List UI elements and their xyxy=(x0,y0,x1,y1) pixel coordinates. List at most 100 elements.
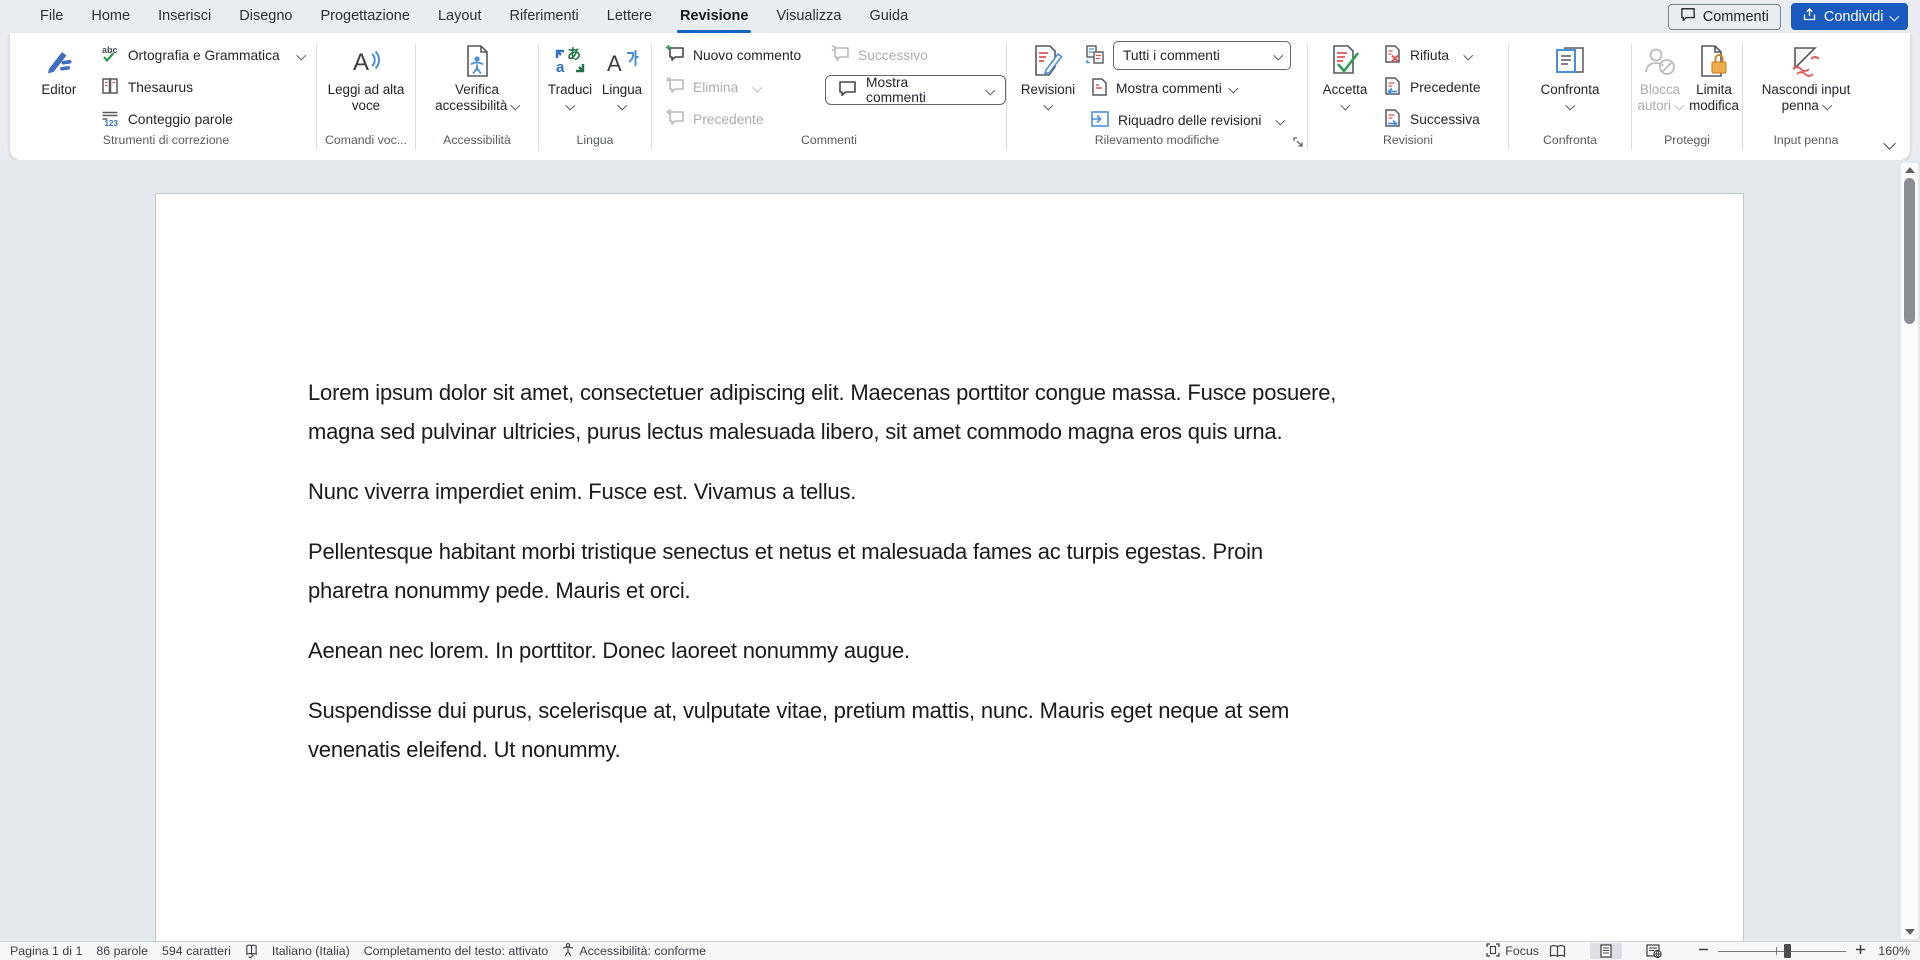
page-indicator[interactable]: Pagina 1 di 1 xyxy=(10,944,82,958)
tab-layout[interactable]: Layout xyxy=(424,0,496,33)
group-accessibility: Verifica accessibilità Accessibilità xyxy=(416,37,538,160)
translate-icon: aあ xyxy=(554,42,586,80)
group-label-proofing: Strumenti di correzione xyxy=(16,133,316,156)
delete-comment-button[interactable]: Elimina xyxy=(660,72,825,102)
word-count-indicator[interactable]: 86 parole xyxy=(96,944,148,958)
accept-button[interactable]: Accetta xyxy=(1312,37,1378,109)
vertical-scrollbar[interactable] xyxy=(1901,163,1918,939)
tab-revisione[interactable]: Revisione xyxy=(666,0,763,33)
chevron-down-icon xyxy=(1276,115,1285,124)
zoom-in-icon[interactable] xyxy=(1855,944,1866,958)
paragraph: Pellentesque habitant morbi tristique se… xyxy=(308,532,1623,610)
spelling-icon: abc xyxy=(100,44,120,67)
new-comment-button[interactable]: Nuovo commento xyxy=(660,40,825,70)
show-markup-icon xyxy=(1090,77,1108,100)
document-area: Lorem ipsum dolor sit amet, consectetuer… xyxy=(0,160,1920,941)
accessibility-check-icon xyxy=(462,42,492,80)
print-layout-button[interactable] xyxy=(1590,943,1622,959)
previous-comment-button[interactable]: Precedente xyxy=(660,104,825,134)
tab-file[interactable]: File xyxy=(26,0,77,33)
zoom-control: 160% xyxy=(1698,944,1910,958)
word-count-icon: 123 xyxy=(100,108,120,131)
comments-button[interactable]: Commenti xyxy=(1668,4,1781,30)
restrict-editing-icon xyxy=(1698,42,1730,80)
comment-bubble-icon xyxy=(1680,7,1696,26)
web-layout-button[interactable] xyxy=(1636,943,1672,959)
chevron-down-icon xyxy=(1675,100,1684,109)
block-authors-button[interactable]: Blocca autori xyxy=(1633,37,1687,114)
document-text: Lorem ipsum dolor sit amet, consectetuer… xyxy=(308,373,1623,790)
focus-mode-button[interactable]: Focus xyxy=(1486,943,1539,960)
reject-button[interactable]: Rifiuta xyxy=(1378,40,1504,70)
group-label-changes: Revisioni xyxy=(1308,133,1508,156)
tab-lettere[interactable]: Lettere xyxy=(593,0,666,33)
next-change-icon xyxy=(1383,108,1402,131)
prev-comment-icon xyxy=(665,108,685,130)
read-aloud-icon: A xyxy=(349,42,383,80)
compare-button[interactable]: Confronta xyxy=(1530,37,1610,109)
tab-riferimenti[interactable]: Riferimenti xyxy=(495,0,592,33)
new-comment-icon xyxy=(665,44,685,66)
dialog-launcher-icon[interactable] xyxy=(1292,135,1304,153)
collapse-ribbon-icon[interactable] xyxy=(1883,137,1896,150)
zoom-percentage[interactable]: 160% xyxy=(1866,944,1910,958)
spelling-grammar-button[interactable]: abc Ortografia e Grammatica xyxy=(95,40,309,70)
share-button[interactable]: Condividi xyxy=(1791,3,1908,30)
markup-dropdown[interactable]: Tutti i commenti xyxy=(1113,41,1291,70)
thesaurus-icon xyxy=(100,76,120,99)
language-indicator[interactable]: Italiano (Italia) xyxy=(272,944,350,958)
group-label-tracking: Rilevamento modifiche xyxy=(1007,133,1307,156)
show-markup-button[interactable]: Mostra commenti xyxy=(1085,73,1303,103)
check-accessibility-button[interactable]: Verifica accessibilità xyxy=(419,37,535,114)
tab-guida[interactable]: Guida xyxy=(855,0,922,33)
group-proofing: Editor abc Ortografia e Grammatica Thesa… xyxy=(16,37,316,160)
chevron-down-icon xyxy=(617,101,626,110)
restrict-editing-button[interactable]: Limita modifica xyxy=(1687,37,1741,114)
paragraph: Suspendisse dui purus, scelerisque at, v… xyxy=(308,691,1623,769)
scroll-up-icon[interactable] xyxy=(1905,167,1915,173)
previous-change-button[interactable]: Precedente xyxy=(1378,72,1504,102)
group-compare: Confronta Confronta xyxy=(1509,37,1631,160)
document-page[interactable]: Lorem ipsum dolor sit amet, consectetuer… xyxy=(155,193,1744,941)
ribbon-tab-bar: File Home Inserisci Disegno Progettazion… xyxy=(0,0,1920,33)
chevron-down-icon xyxy=(753,82,762,91)
group-label-ink: Input penna xyxy=(1743,133,1869,156)
language-button[interactable]: A Lingua xyxy=(597,37,647,109)
word-count-button[interactable]: 123 Conteggio parole xyxy=(95,104,309,134)
group-tracking: Revisioni Tutti i commenti xyxy=(1007,37,1307,160)
thesaurus-button[interactable]: Thesaurus xyxy=(95,72,309,102)
zoom-slider-thumb[interactable] xyxy=(1784,944,1791,958)
proofing-status-icon[interactable] xyxy=(245,944,258,958)
accessibility-indicator[interactable]: Accessibilità: conforme xyxy=(562,943,706,959)
editor-button[interactable]: Editor xyxy=(23,37,95,98)
chevron-down-icon xyxy=(565,101,574,110)
track-changes-button[interactable]: Revisioni xyxy=(1011,37,1085,109)
chevron-down-icon xyxy=(1823,100,1832,109)
next-change-button[interactable]: Successiva xyxy=(1378,104,1504,134)
chevron-down-icon xyxy=(1464,50,1473,59)
group-ink: Nascondi input penna Input penna xyxy=(1743,37,1869,160)
tab-visualizza[interactable]: Visualizza xyxy=(762,0,855,33)
read-mode-button[interactable] xyxy=(1539,944,1576,959)
tab-home[interactable]: Home xyxy=(77,0,144,33)
tab-progettazione[interactable]: Progettazione xyxy=(306,0,423,33)
char-count-indicator[interactable]: 594 caratteri xyxy=(162,944,231,958)
group-label-accessibility: Accessibilità xyxy=(416,133,538,156)
show-comments-button[interactable]: Mostra commenti xyxy=(825,75,1006,105)
scroll-down-icon[interactable] xyxy=(1905,929,1915,935)
next-comment-button[interactable]: Successivo xyxy=(825,40,1006,70)
tab-disegno[interactable]: Disegno xyxy=(225,0,306,33)
zoom-out-icon[interactable] xyxy=(1698,944,1709,958)
scrollbar-thumb[interactable] xyxy=(1904,178,1915,324)
chevron-down-icon xyxy=(1565,101,1574,110)
group-label-language: Lingua xyxy=(539,133,651,156)
text-completion-indicator[interactable]: Completamento del testo: attivato xyxy=(364,944,549,958)
reviewing-pane-button[interactable]: Riquadro delle revisioni xyxy=(1085,105,1303,135)
tab-inserisci[interactable]: Inserisci xyxy=(144,0,225,33)
read-aloud-button[interactable]: A Leggi ad alta voce xyxy=(321,37,411,114)
group-language: aあ Traduci A Lingua Lingua xyxy=(539,37,651,160)
hide-ink-button[interactable]: Nascondi input penna xyxy=(1749,37,1863,114)
group-label-comments: Commenti xyxy=(652,133,1006,156)
zoom-slider[interactable] xyxy=(1718,944,1846,958)
translate-button[interactable]: aあ Traduci xyxy=(543,37,597,109)
